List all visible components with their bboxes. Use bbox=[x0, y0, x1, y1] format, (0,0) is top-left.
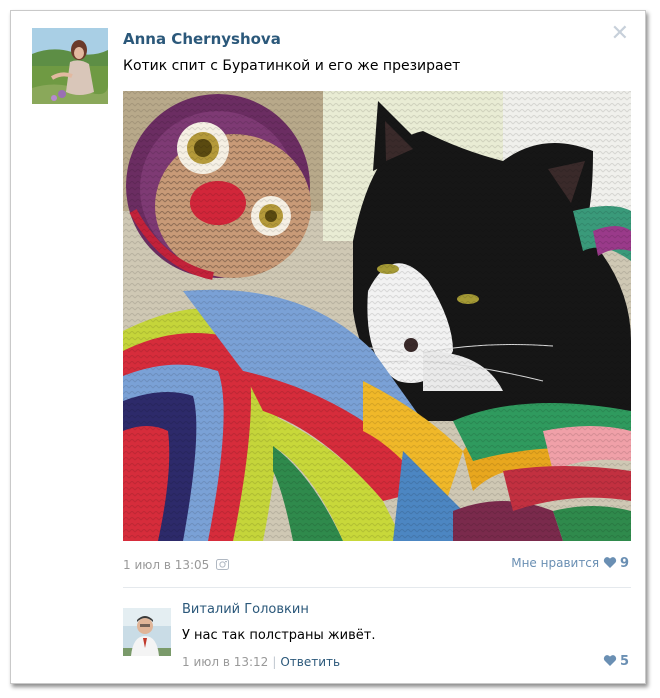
post-photo[interactable] bbox=[123, 91, 631, 541]
separator: | bbox=[272, 655, 277, 669]
divider bbox=[123, 587, 631, 588]
comment-date[interactable]: 1 июл в 13:12 bbox=[182, 655, 268, 669]
post-card: ✕ Anna Chernyshova Котик спит с Буратинк… bbox=[10, 10, 646, 684]
post-meta: 1 июл в 13:05 bbox=[123, 558, 230, 573]
heart-icon bbox=[603, 556, 617, 572]
comment-meta: 1 июл в 13:12 | Ответить bbox=[182, 655, 340, 669]
author-avatar[interactable] bbox=[32, 28, 108, 104]
camera-icon bbox=[216, 558, 230, 573]
like-label: Мне нравится bbox=[511, 556, 600, 570]
comment-author[interactable]: Виталий Головкин bbox=[182, 602, 309, 617]
post-date[interactable]: 1 июл в 13:05 bbox=[123, 558, 209, 572]
comment-like-button[interactable]: 5 bbox=[603, 654, 629, 671]
post-text: Котик спит с Буратинкой и его же презира… bbox=[123, 58, 461, 74]
close-icon[interactable]: ✕ bbox=[611, 23, 629, 45]
reply-link[interactable]: Ответить bbox=[280, 655, 340, 669]
like-count: 9 bbox=[619, 556, 629, 571]
post-author[interactable]: Anna Chernyshova bbox=[123, 30, 281, 48]
post-like-button[interactable]: Мне нравится 9 bbox=[511, 556, 629, 572]
comment-author-avatar[interactable] bbox=[123, 608, 171, 656]
comment-text: У нас так полстраны живёт. bbox=[182, 628, 376, 643]
comment-like-count: 5 bbox=[619, 654, 629, 669]
heart-icon bbox=[603, 654, 617, 671]
